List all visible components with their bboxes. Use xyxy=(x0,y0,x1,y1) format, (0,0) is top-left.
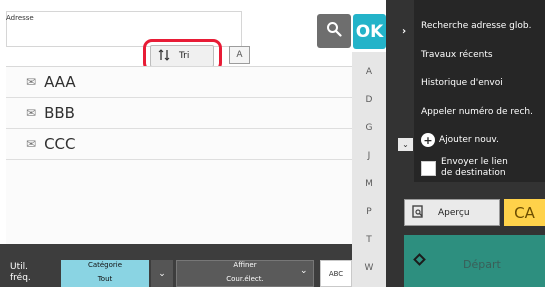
abc-button[interactable]: ABC xyxy=(320,260,352,287)
alphabet-index: A D G J M P T W xyxy=(352,52,386,287)
sort-button[interactable]: Tri xyxy=(150,45,214,67)
mail-icon: ✉ xyxy=(26,75,37,89)
ok-button[interactable]: OK xyxy=(353,14,386,49)
search-button[interactable] xyxy=(317,14,351,48)
alpha-index-g[interactable]: G xyxy=(352,114,386,142)
list-item[interactable]: ✉ BBB xyxy=(6,98,352,129)
category-chevron-down-icon[interactable]: ⌄ xyxy=(151,260,173,287)
list-item-label: AAA xyxy=(44,73,76,91)
text-size-button[interactable]: A xyxy=(229,46,250,64)
frequent-use-button[interactable]: Util. fréq. xyxy=(10,262,31,284)
alpha-index-j[interactable]: J xyxy=(352,142,386,170)
chevron-down-icon[interactable]: ⌄ xyxy=(398,138,413,151)
address-label: Adresse xyxy=(6,14,34,22)
start-label: Départ xyxy=(463,258,501,271)
sort-icon xyxy=(158,48,172,64)
alpha-index-p[interactable]: P xyxy=(352,198,386,226)
add-new-label[interactable]: Ajouter nouv. xyxy=(439,135,499,145)
category-value: Tout xyxy=(97,275,113,283)
mail-icon: ✉ xyxy=(26,106,37,120)
sort-label: Tri xyxy=(179,51,190,61)
send-link-checkbox[interactable] xyxy=(421,161,436,176)
list-item-label: CCC xyxy=(44,135,76,153)
alpha-index-t[interactable]: T xyxy=(352,226,386,254)
address-list: ✉ AAA ✉ BBB ✉ CCC xyxy=(6,66,352,244)
menu-global-address-search[interactable]: Recherche adresse glob. xyxy=(421,21,531,31)
menu-call-search-number[interactable]: Appeler numéro de rech. xyxy=(421,107,533,117)
text-size-icon: A xyxy=(236,50,243,60)
list-item[interactable]: ✉ AAA xyxy=(6,67,352,98)
alpha-index-a[interactable]: A xyxy=(352,58,386,86)
preview-label: Aperçu xyxy=(438,207,470,218)
menu-send-history[interactable]: Historique d'envoi xyxy=(421,78,503,88)
preview-icon xyxy=(412,204,424,221)
category-header: Catégorie xyxy=(87,261,123,269)
alpha-index-w[interactable]: W xyxy=(352,254,386,282)
send-link-label: Envoyer le lien de destination xyxy=(441,157,508,179)
preview-button[interactable]: Aperçu xyxy=(404,199,500,226)
frequent-use-line1: Util. xyxy=(10,262,28,272)
refine-header: Affiner xyxy=(233,261,257,269)
list-item-label: BBB xyxy=(44,104,75,122)
refine-value: Cour.élect. xyxy=(226,275,264,283)
search-icon xyxy=(326,21,342,41)
list-item[interactable]: ✉ CCC xyxy=(6,129,352,160)
alpha-index-d[interactable]: D xyxy=(352,86,386,114)
plus-icon[interactable]: + xyxy=(421,133,435,147)
chevron-right-icon[interactable]: › xyxy=(402,26,406,37)
frequent-use-line2: fréq. xyxy=(10,273,31,283)
send-link-line2: de destination xyxy=(441,168,506,178)
ca-button[interactable]: CA xyxy=(504,199,545,226)
mail-icon: ✉ xyxy=(26,137,37,151)
alpha-index-m[interactable]: M xyxy=(352,170,386,198)
send-link-line1: Envoyer le lien xyxy=(441,157,508,167)
menu-recent-jobs[interactable]: Travaux récents xyxy=(421,50,493,60)
refine-chevron-down-icon: ⌄ xyxy=(300,266,308,276)
